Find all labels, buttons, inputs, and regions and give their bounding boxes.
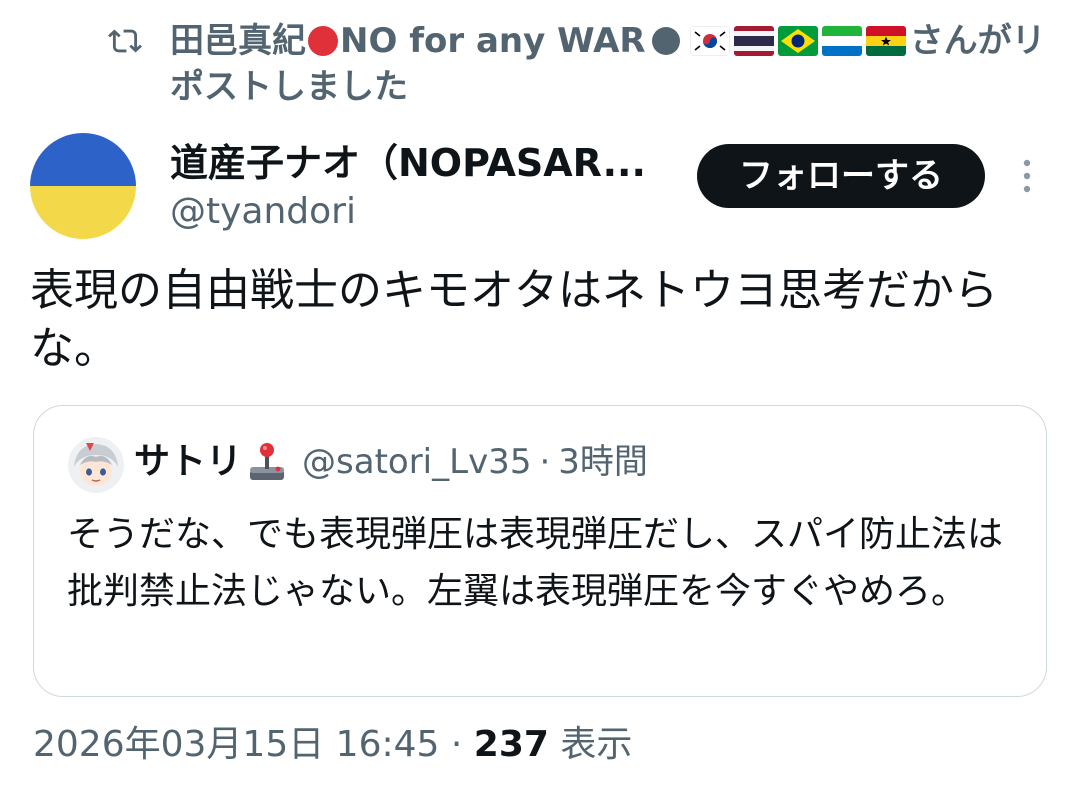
follow-button[interactable]: フォローする: [697, 144, 985, 208]
reposter-name[interactable]: 田邑真紀: [170, 21, 306, 61]
views-label: 表示: [560, 724, 633, 765]
quote-author-avatar[interactable]: [68, 437, 124, 493]
ukraine-flag-avatar: [30, 133, 136, 239]
quote-separator: ·: [539, 442, 551, 482]
tweet-text: 表現の自由戦士のキモオタはネトウヨ思考だからな。: [30, 265, 998, 374]
brazil-flag-icon: [777, 26, 818, 56]
tweet-timestamp[interactable]: 2026年03月15日 16:45: [33, 724, 439, 765]
anime-avatar-icon: [68, 437, 124, 493]
reposter-name-tail: NO for any WAR: [340, 21, 646, 61]
author-display-name[interactable]: 道産子ナオ（NOPASAR...: [170, 140, 670, 186]
repost-icon: [108, 29, 142, 53]
author-handle[interactable]: @tyandori: [170, 190, 356, 234]
tweet-meta: 2026年03月15日 16:45 · 237 表示: [33, 720, 632, 770]
meta-separator: ·: [450, 724, 463, 765]
ghana-flag-icon: [865, 26, 906, 56]
quote-author-handle[interactable]: @satori_Lv35: [302, 438, 531, 486]
red-circle-icon: [308, 26, 338, 56]
korea-flag-icon: [689, 26, 730, 56]
author-avatar[interactable]: [30, 133, 136, 239]
repost-label: 田邑真紀 NO for any WAR さんがリポストしました: [170, 18, 1068, 110]
more-options-icon[interactable]: [1012, 158, 1042, 194]
views-count: 237: [473, 724, 549, 765]
quote-text: そうだな、でも表現弾圧は表現弾圧だし、スパイ防止法は批判禁止法じゃない。左翼は表…: [67, 514, 1004, 612]
repost-header[interactable]: 田邑真紀 NO for any WAR さんがリポストしました: [108, 18, 1068, 110]
sierra-leone-flag-icon: [821, 26, 862, 56]
black-circle-icon: [651, 27, 680, 55]
quote-header: サトリ @satori_Lv35 · 3時間: [134, 438, 648, 486]
quoted-tweet[interactable]: サトリ @satori_Lv35 · 3時間 そうだな、でも表現弾圧は表現弾圧だ…: [33, 405, 1047, 697]
joystick-icon: [250, 443, 285, 480]
thailand-flag-icon: [733, 26, 774, 56]
quote-author-name[interactable]: サトリ: [134, 438, 242, 486]
quote-timestamp[interactable]: 3時間: [558, 438, 648, 486]
